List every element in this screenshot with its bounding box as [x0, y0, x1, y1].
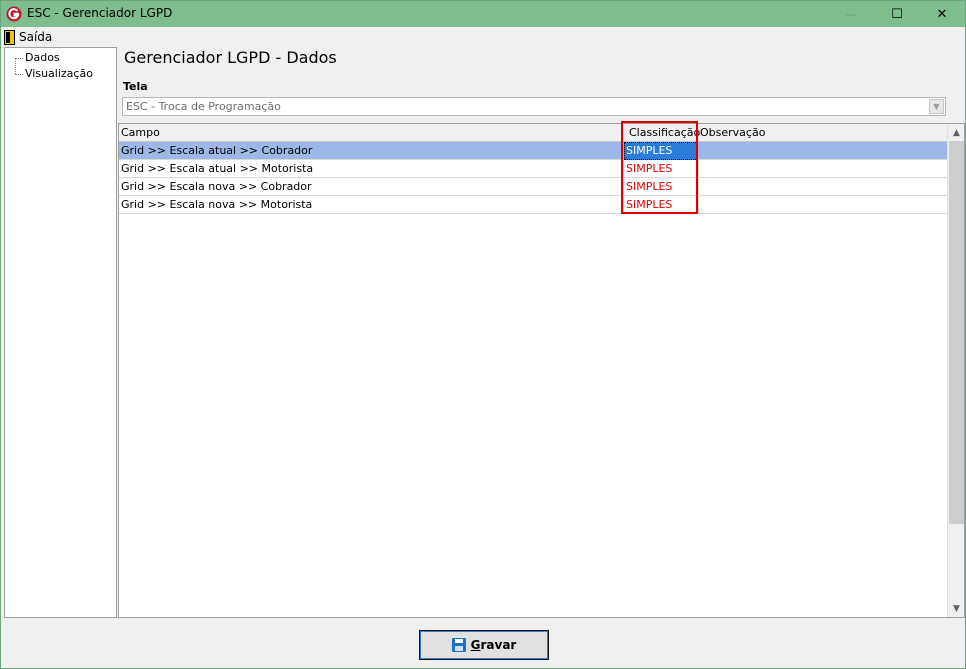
cell-campo[interactable]: Grid >> Escala atual >> Cobrador	[119, 142, 623, 160]
menu-item-label: Saída	[19, 30, 53, 44]
column-header-campo[interactable]: Campo	[119, 124, 623, 142]
cell-classificacao[interactable]: SIMPLES	[624, 178, 698, 196]
cell-classificacao[interactable]: SIMPLES	[624, 142, 698, 160]
grid-body: Grid >> Escala atual >> Cobrador SIMPLES…	[119, 142, 947, 214]
navigation-tree: Dados Visualização	[4, 47, 117, 618]
cell-observacao[interactable]	[698, 196, 947, 214]
cell-observacao[interactable]	[698, 160, 947, 178]
app-logo-icon	[6, 6, 22, 22]
table-row[interactable]: Grid >> Escala atual >> Motorista SIMPLE…	[119, 160, 947, 178]
grid-header: Campo Classificação Observação	[119, 124, 947, 142]
vertical-scrollbar[interactable]: ▲ ▼	[947, 124, 964, 617]
close-button[interactable]: ✕	[919, 1, 965, 27]
close-icon: ✕	[936, 6, 948, 22]
menu-item-saida[interactable]: Saída	[4, 29, 52, 45]
floppy-disk-icon	[451, 638, 466, 652]
title-bar[interactable]: ESC - Gerenciador LGPD — ☐ ✕	[1, 1, 965, 27]
menu-bar: Saída	[1, 27, 965, 46]
table-row[interactable]: Grid >> Escala nova >> Cobrador SIMPLES	[119, 178, 947, 196]
cell-observacao[interactable]	[698, 142, 947, 160]
tree-connector	[15, 58, 23, 59]
table-row[interactable]: Grid >> Escala nova >> Motorista SIMPLES	[119, 196, 947, 214]
tree-item-visualizacao[interactable]: Visualização	[25, 67, 93, 81]
page-title: Gerenciador LGPD - Dados	[124, 48, 337, 67]
app-window: ESC - Gerenciador LGPD — ☐ ✕ Saída Dados…	[0, 0, 966, 669]
tree-connector	[15, 74, 23, 75]
table-row[interactable]: Grid >> Escala atual >> Cobrador SIMPLES	[119, 142, 947, 160]
tela-select-value: ESC - Troca de Programação	[126, 100, 281, 113]
save-button-label: Gravar	[470, 638, 517, 652]
cell-campo[interactable]: Grid >> Escala nova >> Motorista	[119, 196, 623, 214]
tela-select[interactable]: ESC - Troca de Programação ▼	[122, 97, 946, 116]
cell-campo[interactable]: Grid >> Escala nova >> Cobrador	[119, 178, 623, 196]
save-button[interactable]: Gravar	[419, 630, 549, 660]
column-header-observacao[interactable]: Observação	[698, 124, 947, 142]
window-title: ESC - Gerenciador LGPD	[27, 6, 173, 20]
tree-item-dados[interactable]: Dados	[25, 51, 60, 65]
chevron-down-icon[interactable]: ▼	[929, 99, 944, 114]
cell-campo[interactable]: Grid >> Escala atual >> Motorista	[119, 160, 623, 178]
tela-label: Tela	[123, 80, 148, 93]
cell-observacao[interactable]	[698, 178, 947, 196]
tree-connector	[15, 58, 16, 74]
data-grid: Campo Classificação Observação Grid >> E…	[118, 123, 965, 618]
column-header-classificacao[interactable]: Classificação	[623, 124, 700, 142]
scroll-down-icon[interactable]: ▼	[948, 600, 965, 617]
minimize-button[interactable]: —	[828, 1, 874, 27]
exit-door-icon	[4, 29, 15, 45]
maximize-button[interactable]: ☐	[874, 1, 920, 27]
cell-classificacao[interactable]: SIMPLES	[624, 196, 698, 214]
maximize-icon: ☐	[891, 6, 903, 22]
cell-classificacao[interactable]: SIMPLES	[624, 160, 698, 178]
minimize-icon: —	[845, 7, 857, 21]
scrollbar-thumb[interactable]	[949, 141, 964, 524]
scroll-up-icon[interactable]: ▲	[948, 124, 965, 141]
